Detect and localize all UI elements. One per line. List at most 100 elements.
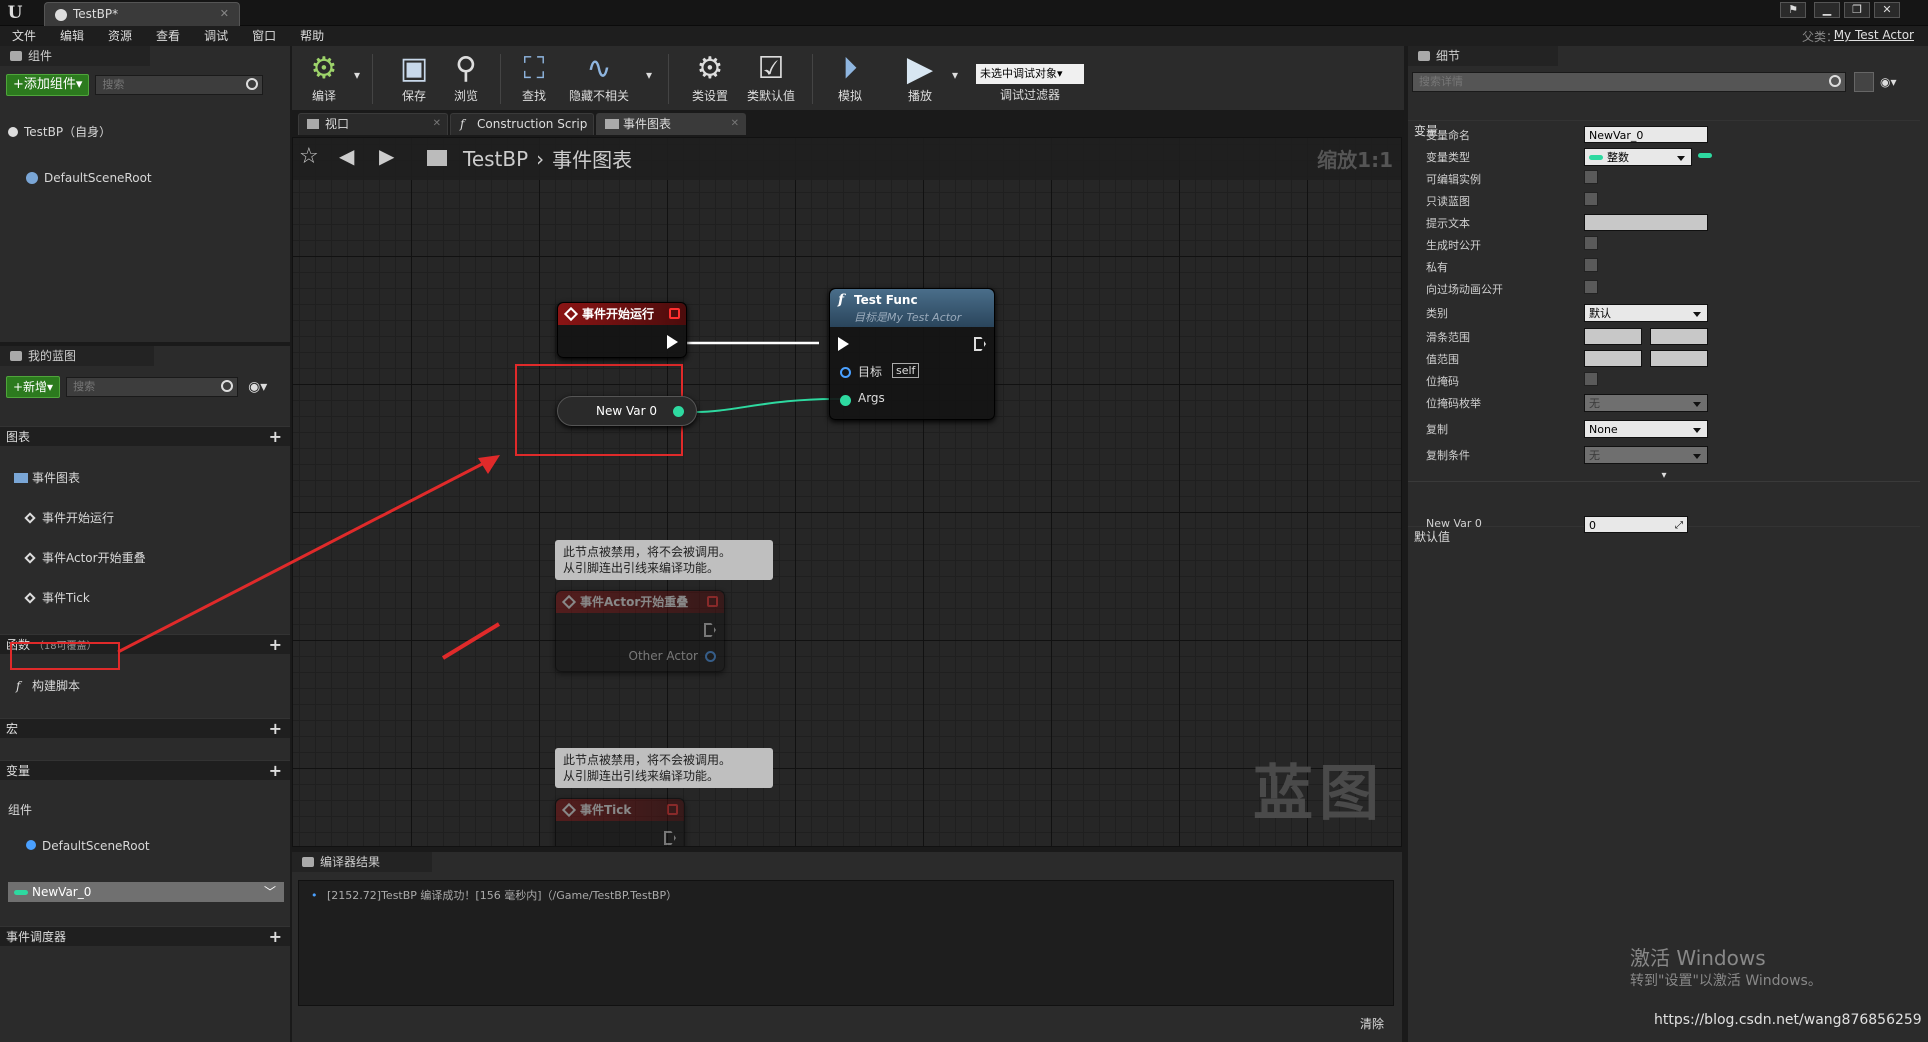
node-actor-overlap[interactable]: 事件Actor开始重叠 Other Actor: [555, 590, 725, 672]
tree-var-newvar0[interactable]: NewVar_0 ﹀: [8, 882, 284, 902]
document-tab[interactable]: TestBP* ✕: [44, 2, 240, 26]
variable-name-input[interactable]: NewVar_0: [1584, 126, 1708, 143]
exec-out-pin[interactable]: [704, 623, 716, 637]
tab-event-graph[interactable]: 事件图表 ✕: [596, 113, 746, 135]
components-tab[interactable]: 组件: [0, 46, 150, 66]
hide-unrelated-button[interactable]: ∿ 隐藏不相关: [564, 50, 634, 108]
add-component-button[interactable]: +添加组件▾: [6, 74, 90, 96]
value-range-min-input[interactable]: [1584, 350, 1642, 367]
find-button[interactable]: ⛶ 查找: [506, 50, 562, 108]
exec-out-pin[interactable]: [974, 337, 986, 351]
maximize-button[interactable]: ❐: [1844, 2, 1870, 18]
tree-event-actor-overlap[interactable]: 事件Actor开始重叠: [18, 548, 290, 568]
add-graph-icon[interactable]: +: [269, 427, 282, 447]
delegate-pin-icon[interactable]: [669, 308, 680, 319]
class-settings-button[interactable]: ⚙ 类设置: [682, 50, 738, 108]
default-value-input[interactable]: 0 ⤢: [1584, 516, 1688, 533]
exec-out-pin[interactable]: [667, 335, 678, 349]
event-graph-canvas[interactable]: ☆ ◀ ▶ TestBP › 事件图表 缩放1:1 事件开始运行 f Test …: [292, 137, 1402, 847]
tree-event-graph[interactable]: 事件图表: [8, 468, 290, 488]
components-search-input[interactable]: 搜索: [95, 75, 264, 95]
notification-icon[interactable]: ⚑: [1780, 2, 1806, 18]
container-type-icon[interactable]: [1698, 153, 1712, 158]
add-function-icon[interactable]: +: [269, 635, 282, 655]
menu-debug[interactable]: 调试: [204, 26, 228, 46]
exec-out-pin[interactable]: [664, 831, 676, 845]
node-test-func[interactable]: f Test Func 目标是My Test Actor 目标 self Arg…: [829, 288, 995, 420]
add-macro-icon[interactable]: +: [269, 719, 282, 739]
slider-range-min-input[interactable]: [1584, 328, 1642, 345]
menu-window[interactable]: 窗口: [252, 26, 276, 46]
section-macros[interactable]: 宏 +: [0, 718, 290, 738]
category-select[interactable]: 默认: [1584, 304, 1708, 322]
node-tick[interactable]: 事件Tick: [555, 798, 685, 846]
tree-construction-script[interactable]: f 构建脚本: [8, 676, 290, 696]
menu-asset[interactable]: 资源: [108, 26, 132, 46]
newvar0-out-pin[interactable]: [673, 406, 684, 417]
view-options-icon[interactable]: [1854, 72, 1874, 92]
browse-button[interactable]: ⚲ 浏览: [438, 50, 494, 108]
node-begin-play[interactable]: 事件开始运行: [557, 302, 687, 358]
blueprint-search-input[interactable]: 搜索: [66, 377, 239, 397]
instance-editable-checkbox[interactable]: [1584, 170, 1598, 184]
section-graphs[interactable]: 图表 +: [0, 426, 290, 446]
expand-advanced-icon[interactable]: ▾: [1408, 470, 1920, 482]
chevron-down-icon[interactable]: ▾: [646, 68, 652, 82]
add-variable-icon[interactable]: +: [269, 761, 282, 781]
args-pin[interactable]: [840, 395, 851, 406]
tooltip-input[interactable]: [1584, 214, 1708, 231]
chevron-down-icon[interactable]: ▾: [354, 68, 360, 82]
compile-button[interactable]: ⚙ 编译: [296, 50, 352, 108]
value-range-max-input[interactable]: [1650, 350, 1708, 367]
menu-edit[interactable]: 编辑: [60, 26, 84, 46]
exec-in-pin[interactable]: [838, 337, 849, 351]
details-tab[interactable]: 细节: [1408, 46, 1558, 66]
other-actor-pin[interactable]: [705, 651, 716, 662]
variable-type-select[interactable]: 整数: [1584, 148, 1692, 166]
tab-construction-script[interactable]: f Construction Scrip: [450, 113, 594, 135]
bitmask-enum-select[interactable]: 无: [1584, 394, 1708, 412]
debug-object-select[interactable]: 未选中调试对象▾: [976, 64, 1084, 84]
target-pin[interactable]: [840, 367, 851, 378]
details-search-input[interactable]: 搜索详情: [1412, 72, 1846, 92]
private-checkbox[interactable]: [1584, 258, 1598, 272]
menu-help[interactable]: 帮助: [300, 26, 324, 46]
parent-class-link[interactable]: My Test Actor: [1834, 28, 1914, 42]
add-dispatcher-icon[interactable]: +: [269, 927, 282, 947]
compiler-results-tab[interactable]: 编译器结果: [292, 852, 432, 872]
close-window-button[interactable]: ✕: [1874, 2, 1900, 18]
clear-button[interactable]: 清除: [1360, 1015, 1384, 1032]
play-button[interactable]: ▶ 播放: [892, 50, 948, 108]
tree-event-begin-play[interactable]: 事件开始运行: [18, 508, 290, 528]
close-tab-icon[interactable]: ✕: [731, 114, 739, 134]
tree-components-group[interactable]: 组件: [0, 800, 290, 820]
node-newvar0-getter[interactable]: New Var 0: [557, 396, 697, 426]
expose-cinematics-checkbox[interactable]: [1584, 280, 1598, 294]
simulate-button[interactable]: ⏵ 模拟: [822, 50, 878, 108]
tree-event-tick[interactable]: 事件Tick: [18, 588, 290, 608]
close-tab-icon[interactable]: ✕: [433, 114, 441, 134]
menu-view[interactable]: 查看: [156, 26, 180, 46]
tree-var-default-scene-root[interactable]: DefaultSceneRoot: [18, 838, 290, 854]
component-self[interactable]: TestBP（自身）: [0, 122, 290, 142]
menu-file[interactable]: 文件: [12, 26, 36, 46]
tab-viewport[interactable]: 视口 ✕: [298, 113, 448, 135]
section-event-dispatchers[interactable]: 事件调度器 +: [0, 926, 290, 946]
spin-arrows-icon[interactable]: ⤢: [1675, 517, 1683, 534]
delegate-pin-icon[interactable]: [707, 596, 718, 607]
delegate-pin-icon[interactable]: [667, 804, 678, 815]
replication-select[interactable]: None: [1584, 420, 1708, 438]
minimize-button[interactable]: ▁: [1814, 2, 1840, 18]
class-defaults-button[interactable]: ☑ 类默认值: [740, 50, 802, 108]
eye-icon[interactable]: ◉▾: [1880, 75, 1897, 89]
chevron-down-icon[interactable]: ▾: [952, 68, 958, 82]
eye-icon[interactable]: ◉▾: [248, 379, 267, 395]
section-variables[interactable]: 变量 +: [0, 760, 290, 780]
save-button[interactable]: ▣ 保存: [386, 50, 442, 108]
my-blueprint-tab[interactable]: 我的蓝图: [0, 346, 154, 366]
close-tab-icon[interactable]: ✕: [220, 3, 229, 25]
readonly-checkbox[interactable]: [1584, 192, 1598, 206]
chevron-down-icon[interactable]: ﹀: [264, 882, 276, 902]
slider-range-max-input[interactable]: [1650, 328, 1708, 345]
add-new-button[interactable]: +新增▾: [6, 376, 61, 398]
